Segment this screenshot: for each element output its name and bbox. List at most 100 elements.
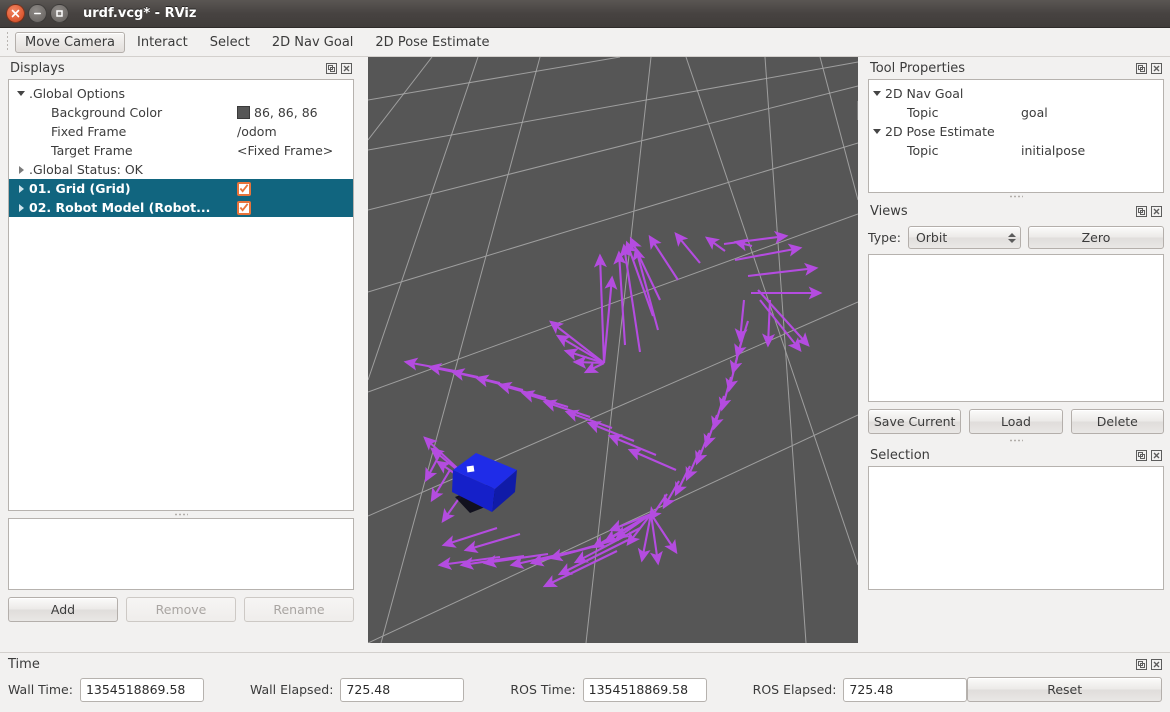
tree-row-checkbox-wrap	[237, 181, 251, 196]
wall-time-group: Wall Time: 1354518869.58	[8, 677, 204, 702]
tree-row-fixed-frame[interactable]: Fixed Frame /odom	[9, 122, 353, 141]
tree-row-target-frame[interactable]: Target Frame <Fixed Frame>	[9, 141, 353, 160]
viewport-scene	[368, 57, 858, 643]
tree-row-grid[interactable]: 01. Grid (Grid)	[9, 179, 353, 198]
tool-properties-header: Tool Properties	[868, 57, 1164, 79]
ros-elapsed-group: ROS Elapsed: 725.48	[752, 677, 968, 702]
displays-panel-title: Displays	[10, 60, 65, 76]
tree-row-global-options[interactable]: .Global Options	[9, 84, 353, 103]
tool-properties-splitter[interactable]	[868, 193, 1164, 200]
wall-time-field[interactable]: 1354518869.58	[79, 677, 204, 702]
float-panel-icon[interactable]	[1136, 658, 1147, 670]
views-button-row: Save Current Load Delete	[868, 409, 1164, 434]
maximize-window-icon[interactable]	[50, 4, 69, 23]
tree-row-value: <Fixed Frame>	[237, 143, 334, 158]
float-panel-icon[interactable]	[326, 62, 337, 74]
tool-properties-tree[interactable]: 2D Nav Goal Topic goal 2D Pose Estimate …	[868, 79, 1164, 193]
ros-time-label: ROS Time:	[510, 682, 576, 697]
robot-marker	[466, 465, 475, 473]
main-toolbar: Move Camera Interact Select 2D Nav Goal …	[0, 28, 1170, 57]
tool-2d-pose-estimate[interactable]: 2D Pose Estimate	[365, 32, 499, 53]
add-display-button[interactable]: Add	[8, 597, 118, 622]
ros-time-group: ROS Time: 1354518869.58	[510, 677, 707, 702]
wall-elapsed-field[interactable]: 725.48	[340, 677, 465, 702]
close-panel-icon[interactable]	[1151, 449, 1162, 461]
close-window-icon[interactable]	[6, 4, 25, 23]
saved-views-list[interactable]	[868, 254, 1164, 402]
expander-down-icon[interactable]	[869, 129, 885, 134]
tool-row-nav-goal-topic[interactable]: Topic goal	[869, 103, 1163, 122]
wall-elapsed-label: Wall Elapsed:	[249, 682, 334, 697]
tool-row-label: Topic	[907, 105, 939, 120]
rename-display-button[interactable]: Rename	[244, 597, 354, 622]
tree-row-value: /odom	[237, 124, 277, 139]
display-properties-area[interactable]	[8, 518, 354, 590]
tool-row-value: initialpose	[1021, 143, 1086, 158]
grid-enabled-checkbox[interactable]	[237, 181, 251, 196]
time-panel-header: Time	[0, 653, 1170, 673]
remove-display-button[interactable]: Remove	[126, 597, 236, 622]
render-viewport-3d[interactable]	[368, 57, 858, 643]
tree-row-checkbox-wrap	[237, 200, 251, 215]
close-panel-icon[interactable]	[1151, 205, 1162, 217]
right-dock: Tool Properties 2D Nav Goal Topic goal 2…	[862, 57, 1170, 652]
float-panel-icon[interactable]	[1136, 205, 1147, 217]
tool-row-2d-nav-goal[interactable]: 2D Nav Goal	[869, 84, 1163, 103]
expander-down-icon[interactable]	[869, 91, 885, 96]
displays-panel-header: Displays	[8, 57, 354, 79]
close-panel-icon[interactable]	[1151, 658, 1162, 670]
save-current-view-button[interactable]: Save Current	[868, 409, 962, 434]
background-color-swatch[interactable]	[237, 106, 250, 119]
tree-row-global-status[interactable]: .Global Status: OK	[9, 160, 353, 179]
ros-elapsed-field[interactable]: 725.48	[843, 677, 968, 702]
float-panel-icon[interactable]	[1136, 449, 1147, 461]
zero-view-button[interactable]: Zero	[1027, 226, 1164, 249]
minimize-window-icon[interactable]	[28, 4, 47, 23]
tool-move-camera[interactable]: Move Camera	[15, 31, 126, 53]
window-title: urdf.vcg* - RViz	[83, 6, 197, 21]
robot-model-enabled-checkbox[interactable]	[237, 200, 251, 215]
tree-row-background-color[interactable]: Background Color 86, 86, 86	[9, 103, 353, 122]
toolbar-drag-handle[interactable]	[4, 32, 12, 52]
ros-time-field[interactable]: 1354518869.58	[582, 677, 707, 702]
expander-right-icon[interactable]	[13, 165, 29, 174]
tool-row-pose-estimate-topic[interactable]: Topic initialpose	[869, 141, 1163, 160]
selection-properties-area[interactable]	[868, 466, 1164, 590]
tool-properties-header-icons	[1136, 62, 1162, 74]
tree-row-label: Fixed Frame	[51, 124, 127, 139]
displays-splitter[interactable]	[8, 511, 354, 518]
expander-right-icon[interactable]	[13, 203, 29, 212]
ros-elapsed-label: ROS Elapsed:	[752, 682, 837, 697]
time-panel: Time Wall Time: 1354518869.58 Wall Elaps…	[0, 652, 1170, 712]
views-splitter[interactable]	[868, 437, 1164, 444]
load-view-button[interactable]: Load	[969, 409, 1063, 434]
tool-row-label: 2D Pose Estimate	[885, 124, 995, 139]
tool-interact[interactable]: Interact	[127, 32, 198, 53]
tool-properties-title: Tool Properties	[870, 60, 966, 76]
expander-down-icon[interactable]	[13, 91, 29, 96]
close-panel-icon[interactable]	[341, 62, 352, 74]
tool-2d-nav-goal[interactable]: 2D Nav Goal	[262, 32, 364, 53]
tree-row-value: 86, 86, 86	[254, 105, 318, 120]
displays-button-row: Add Remove Rename	[8, 597, 354, 622]
reset-time-button[interactable]: Reset	[967, 677, 1162, 702]
views-header-icons	[1136, 205, 1162, 217]
chevron-updown-icon[interactable]	[1007, 232, 1016, 243]
tool-row-label: Topic	[907, 143, 939, 158]
view-type-combobox[interactable]: Orbit	[907, 226, 1021, 249]
selection-title: Selection	[870, 447, 930, 463]
displays-panel-header-icons	[326, 62, 352, 74]
expander-right-icon[interactable]	[13, 184, 29, 193]
displays-panel: Displays .Global Options Background Colo…	[0, 57, 362, 652]
delete-view-button[interactable]: Delete	[1070, 409, 1164, 434]
time-panel-header-icons	[1136, 658, 1162, 670]
tree-row-label: .Global Status: OK	[29, 162, 143, 177]
displays-tree[interactable]: .Global Options Background Color 86, 86,…	[8, 79, 354, 511]
close-panel-icon[interactable]	[1151, 62, 1162, 74]
float-panel-icon[interactable]	[1136, 62, 1147, 74]
tool-row-2d-pose-estimate[interactable]: 2D Pose Estimate	[869, 122, 1163, 141]
views-title: Views	[870, 203, 908, 219]
tree-row-robot-model[interactable]: 02. Robot Model (Robot...	[9, 198, 353, 217]
tool-select[interactable]: Select	[200, 32, 260, 53]
tree-row-value-wrap: 86, 86, 86	[237, 105, 318, 120]
